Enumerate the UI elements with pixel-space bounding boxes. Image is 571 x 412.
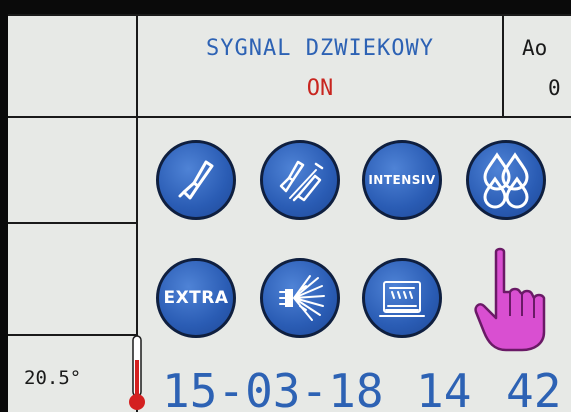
date-display: 15-03-18 (162, 364, 384, 412)
program-6-button[interactable] (260, 258, 340, 338)
ao-value: 0 (548, 76, 561, 100)
machine-display: SYGNAL DZWIEKOWY ON Ao 0 INTENSIV EXTRA … (8, 14, 571, 412)
program-2-button[interactable] (260, 140, 340, 220)
minute-display: 42 (506, 364, 562, 412)
water-drops-icon (483, 152, 529, 209)
program-1-button[interactable] (156, 140, 236, 220)
intensiv-label: INTENSIV (368, 173, 436, 187)
grid-line (502, 14, 504, 116)
hour-display: 14 (416, 364, 472, 412)
grid-line (8, 116, 571, 118)
grid-line (8, 334, 138, 336)
grid-line (8, 14, 571, 16)
sound-signal-status[interactable]: ON (138, 76, 502, 101)
single-glass-icon (178, 160, 214, 200)
program-5-button[interactable]: EXTRA (156, 258, 236, 338)
program-7-button[interactable] (362, 258, 442, 338)
thermometer-icon (129, 335, 145, 410)
tray-heat-icon (379, 281, 425, 317)
sound-signal-title: SYGNAL DZWIEKOWY (206, 36, 434, 61)
spray-burst-icon (279, 275, 325, 321)
temperature-readout: 20.5° (24, 367, 82, 389)
grid-line (8, 222, 138, 224)
ao-label: Ao (522, 36, 548, 60)
pointing-hand-icon[interactable] (466, 246, 550, 354)
program-4-button[interactable] (466, 140, 546, 220)
program-3-button[interactable]: INTENSIV (362, 140, 442, 220)
extra-label: EXTRA (163, 288, 229, 308)
glass-and-bottle-icon (279, 160, 324, 202)
